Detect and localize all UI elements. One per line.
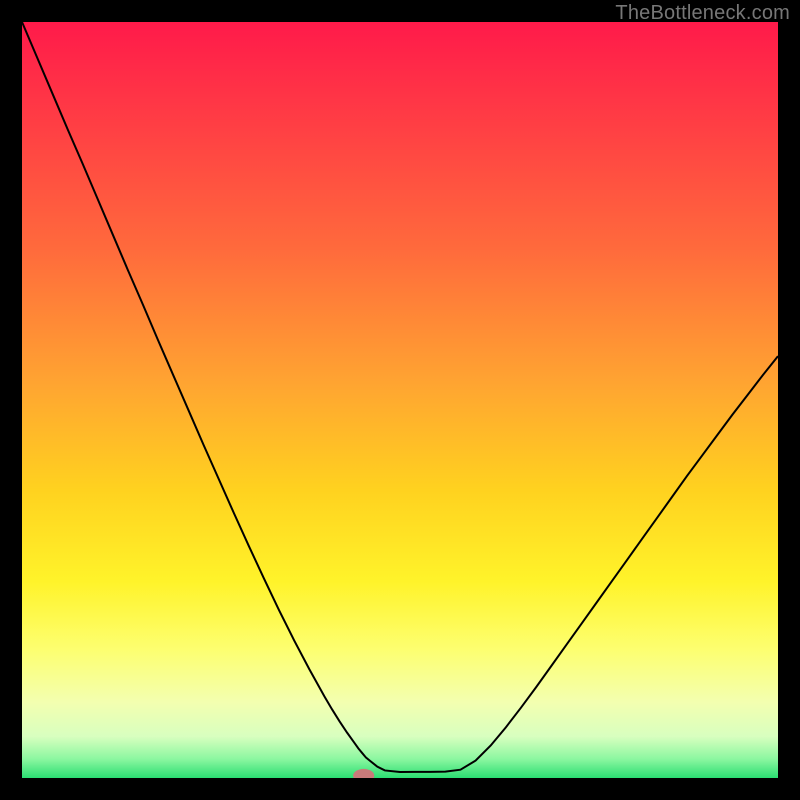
gradient-background <box>22 22 778 778</box>
watermark-text: TheBottleneck.com <box>615 2 790 25</box>
bottleneck-chart <box>22 22 778 778</box>
chart-container <box>22 22 778 778</box>
